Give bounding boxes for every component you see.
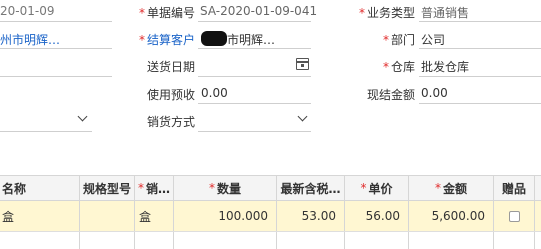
delivery-date-field[interactable] [198,54,311,76]
order-no-label: * 单据编号 [138,6,195,20]
col-divider [79,232,80,249]
cell-qty[interactable]: 100.000 [174,201,276,231]
cash-label: 现结金额 [366,88,415,102]
gift-checkbox[interactable] [508,210,520,222]
col-divider [493,232,494,249]
col-unit-price[interactable]: * 单价 [345,176,408,200]
sales-method-underline [198,131,311,132]
order-date-underline [0,21,112,22]
biz-type-label: * 业务类型 [358,6,415,20]
cash-underline [419,103,541,104]
col-divider [534,201,535,231]
delivery-date-underline [198,76,311,77]
required-mark: * [138,6,145,20]
prepay-label: 使用预收 [146,88,195,102]
col-divider [276,232,277,249]
calendar-icon[interactable] [296,58,309,70]
table-header: 名称 规格型号 * 销… * 数量 最新含税… * 单价 * 金额 赠品 [0,175,541,201]
cell-unit-price[interactable]: 56.00 [345,201,408,231]
biz-type-underline [419,21,541,22]
col-name[interactable]: 名称 [0,176,79,200]
cell-latest-price[interactable]: 53.00 [277,201,344,231]
table-row[interactable]: 盒 盒 100.000 53.00 56.00 5,600.00 [0,201,541,232]
order-no-underline [198,21,311,22]
col-unit[interactable]: * 销… [135,176,173,200]
cell-name[interactable]: 盒 [0,201,79,231]
col-divider [534,232,535,249]
col-divider [408,232,409,249]
dept-underline [419,48,541,49]
col-divider [534,176,535,200]
warehouse-underline [419,76,541,77]
col-latest-price[interactable]: 最新含税… [277,176,344,200]
warehouse-label: * 仓库 [382,60,415,74]
col-divider [134,232,135,249]
left-row3-underline [0,76,112,77]
cell-spec[interactable] [80,201,134,231]
customer-underline [198,48,311,49]
order-no-field[interactable]: SA-2020-01-09-041 [200,4,317,18]
col-qty[interactable]: * 数量 [174,176,276,200]
customer-label: * 结算客户 [138,33,195,47]
customer-field[interactable]: 市明辉… [227,31,275,48]
col-spec[interactable]: 规格型号 [80,176,134,200]
col-divider [344,232,345,249]
left-select[interactable] [0,108,92,130]
biz-type-field[interactable]: 普通销售 [421,4,469,21]
left-select-underline [0,131,92,132]
col-divider [173,232,174,249]
prepay-underline [198,103,311,104]
sales-method-select[interactable] [198,108,311,130]
order-date-value: 20-01-09 [0,4,55,18]
delivery-date-label: 送货日期 [146,60,195,74]
prepay-field[interactable]: 0.00 [201,86,228,100]
cash-field[interactable]: 0.00 [421,86,448,100]
left-customer-underline [0,48,112,49]
redaction-mark [201,31,227,46]
cell-gift [494,201,534,231]
left-customer-link[interactable]: 州市明辉… [0,31,60,48]
cell-amount[interactable]: 5,600.00 [409,201,493,231]
dept-field[interactable]: 公司 [421,31,445,48]
col-amount[interactable]: * 金额 [409,176,493,200]
cell-unit[interactable]: 盒 [135,201,173,231]
sales-method-label: 销货方式 [146,115,195,129]
col-gift[interactable]: 赠品 [494,176,534,200]
dept-label: * 部门 [382,33,415,47]
warehouse-field[interactable]: 批发仓库 [421,58,469,75]
table-row-empty[interactable] [0,232,541,249]
